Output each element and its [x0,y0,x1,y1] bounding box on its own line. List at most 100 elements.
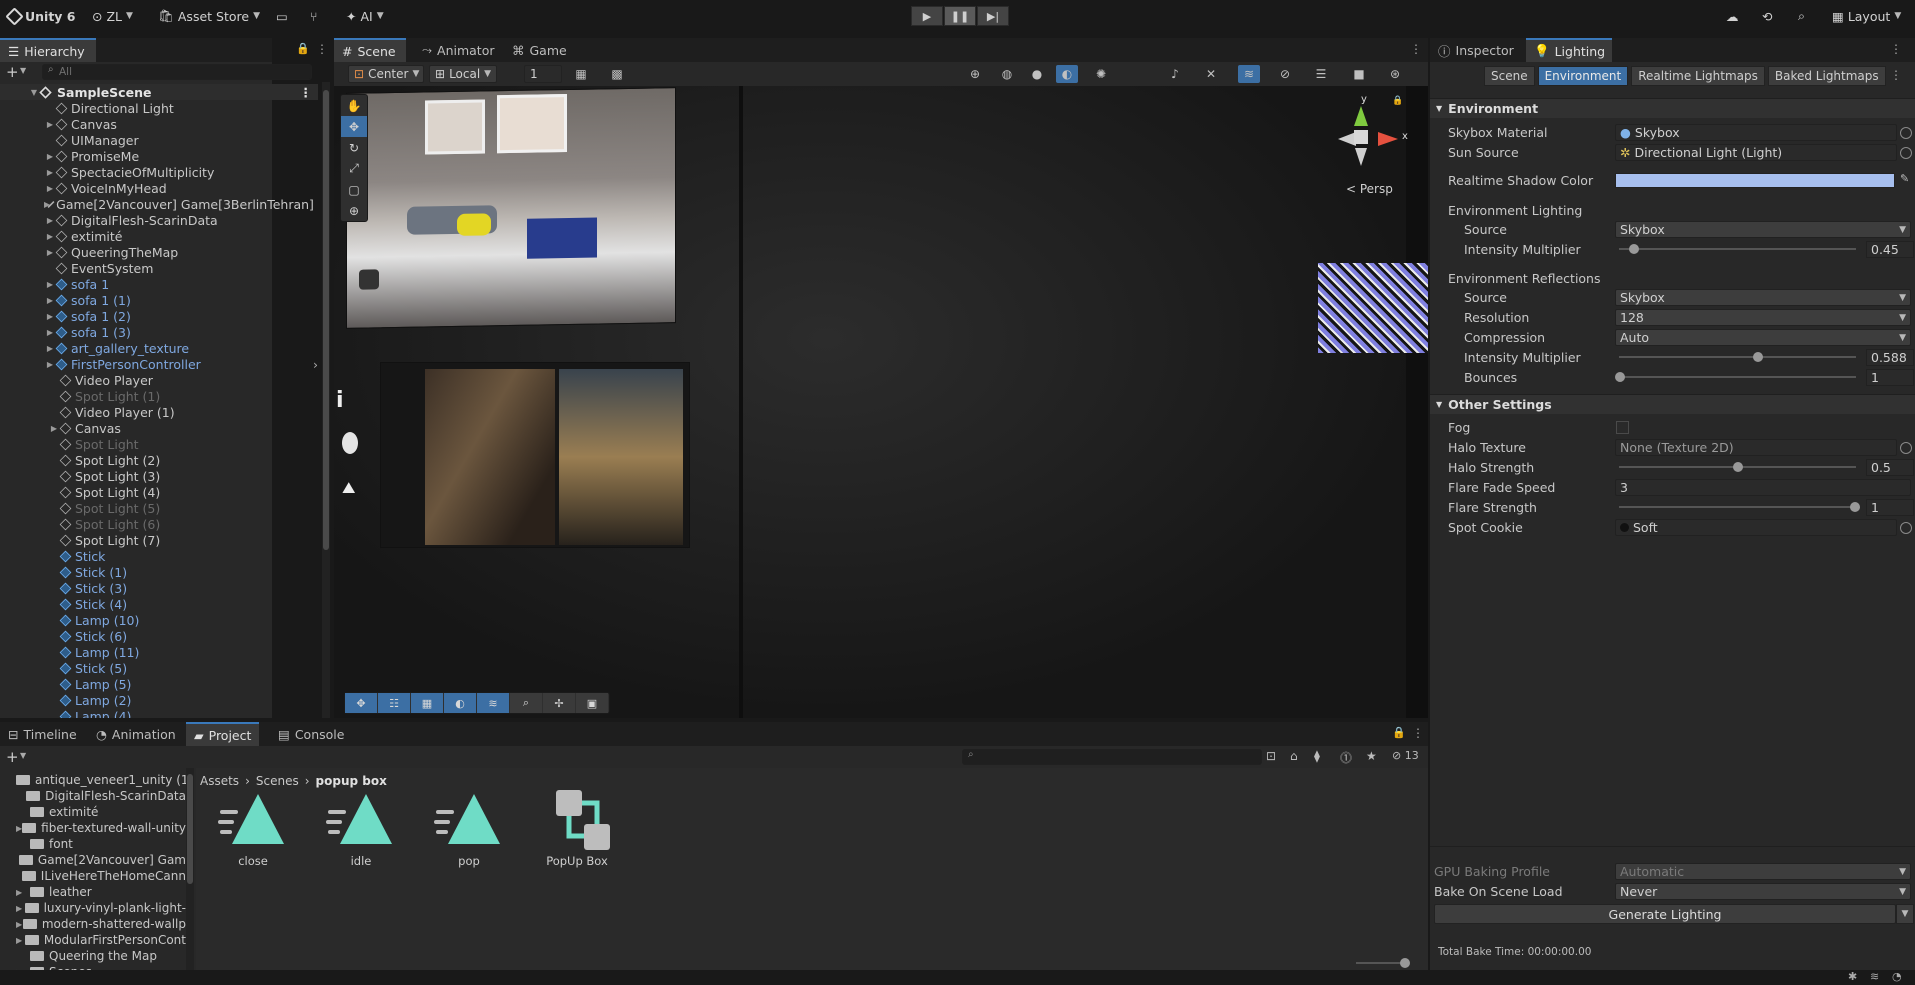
folder-tree-item[interactable]: ▶ modern-shattered-wallp [0,916,186,932]
light-overlay-icon[interactable]: ◐ [444,693,476,713]
hierarchy-item[interactable]: ▶ DigitalFlesh-ScarinData [0,212,262,228]
foldout-closed-icon[interactable]: ▶ [16,888,30,897]
more-menu-icon[interactable]: ⋮ [1410,42,1422,56]
play-button[interactable]: ▶ [911,6,943,26]
environment-section-header[interactable]: ▼ Environment [1430,98,1915,118]
info-gizmo-icon[interactable]: i [336,388,344,413]
hierarchy-item[interactable]: ▶ SpectacieOfMultiplicity [0,164,262,180]
folder-tree-item[interactable]: font [0,836,186,852]
favorite-star-icon[interactable]: ★ [1366,749,1377,763]
grid-visibility-icon[interactable]: ▦ [570,65,592,83]
transform-overlay-icon[interactable]: ✢ [543,693,575,713]
perspective-toggle[interactable]: < Persp [1346,182,1393,196]
cloud-button[interactable]: ☁ [1726,6,1739,26]
subtab-realtime-lightmaps[interactable]: Realtime Lightmaps [1631,66,1765,86]
tab-project[interactable]: ▰ Project [186,722,260,746]
hierarchy-item[interactable]: Lamp (2) [0,692,262,708]
zoom-slider-knob[interactable] [1400,958,1410,968]
hierarchy-item[interactable]: Stick (1) [0,564,262,580]
pause-button[interactable]: ❚❚ [944,6,976,26]
rect-tool-icon[interactable]: ▢ [341,179,367,200]
hierarchy-item[interactable]: Spot Light (7) [0,532,262,548]
draw-mode-icon[interactable]: ⊕ [964,65,986,83]
hierarchy-item[interactable]: ▶ PromiseMe [0,148,262,164]
layers-icon[interactable]: ≋ [1238,65,1260,83]
halo-texture-field[interactable]: None (Texture 2D) [1615,439,1897,456]
eyedropper-icon[interactable]: ✎ [1900,172,1909,185]
skybox-material-field[interactable]: ● Skybox [1615,124,1897,141]
tab-hierarchy[interactable]: ☰ Hierarchy [0,38,96,62]
step-button[interactable]: ▶| [977,6,1009,26]
hierarchy-item[interactable]: ▶ Game[2Vancouver] Game[3BerlinTehran] [0,196,314,212]
hierarchy-item[interactable]: Spot Light (5) [0,500,262,516]
subtab-environment[interactable]: Environment [1537,66,1629,86]
hierarchy-item[interactable]: Spot Light (3) [0,468,262,484]
hierarchy-item[interactable]: ▶ QueeringTheMap [0,244,262,260]
breadcrumb-item[interactable]: Assets [200,774,239,788]
flare-strength-input[interactable]: 1 [1866,499,1914,516]
halo-strength-input[interactable]: 0.5 [1866,459,1914,476]
slider-knob[interactable] [1753,352,1763,362]
folder-tree-item[interactable]: ILiveHereTheHomeCann [0,868,186,884]
more-menu-icon[interactable]: ⋮ [1890,42,1902,56]
hierarchy-item[interactable]: ▶ FirstPersonController › [0,356,318,372]
hierarchy-item[interactable]: Lamp (5) [0,676,262,692]
package-button[interactable]: ▭ [276,6,288,26]
hand-tool-icon[interactable]: ✋ [341,95,367,116]
progress-status-icon[interactable]: ◔ [1892,970,1902,983]
hierarchy-item[interactable]: ▶ sofa 1 (2) [0,308,262,324]
zoom-overlay-icon[interactable]: ⌕ [510,693,542,713]
hierarchy-item[interactable]: Spot Light (1) [0,388,262,404]
pivot-center-dropdown[interactable]: ⊡ Center ▼ [348,65,424,83]
fog-checkbox[interactable] [1616,421,1629,434]
account-dropdown[interactable]: ⊙ ZL ▼ [92,6,133,26]
refl-intensity-input[interactable]: 0.588 [1866,349,1914,366]
foldout-closed-icon[interactable]: ▶ [16,936,25,945]
project-search-input[interactable] [962,749,1262,765]
subtab-baked-lightmaps[interactable]: Baked Lightmaps [1767,66,1886,86]
hierarchy-item[interactable]: ▶ extimité [0,228,262,244]
tab-animator[interactable]: ⤳ Animator [414,38,503,62]
image-gizmo-icon[interactable]: ⛰ [342,478,355,498]
gpu-baking-profile-dropdown[interactable]: Automatic ▼ [1615,863,1911,880]
spot-cookie-field[interactable]: Soft [1615,519,1897,536]
layout-dropdown[interactable]: ▦ Layout ▼ [1832,6,1901,26]
fx-toggle-icon[interactable]: ✕ [1200,65,1222,83]
add-button[interactable]: + [6,748,19,766]
hierarchy-item[interactable]: Video Player [0,372,262,388]
hierarchy-item[interactable]: ▶ Canvas [0,420,262,436]
lock-icon[interactable]: 🔒 [296,42,310,55]
camera-overlay-icon[interactable]: ▣ [576,693,608,713]
render-layers-icon[interactable]: ☰ [1310,65,1332,83]
hierarchy-item[interactable]: Stick (4) [0,596,262,612]
animation-clip-icon[interactable] [326,790,396,850]
folder-tree-item[interactable]: ▶ ModularFirstPersonCont [0,932,186,948]
folder-tree-item[interactable]: ▶ fiber-textured-wall-unity [0,820,186,836]
more-menu-icon[interactable]: ⋮ [316,42,328,56]
asset-label[interactable]: idle [316,854,406,868]
neg-y-cone[interactable] [1355,148,1367,166]
asset-label[interactable]: PopUp Box [532,854,622,868]
slider-knob[interactable] [1733,462,1743,472]
history-button[interactable]: ⟲ [1762,6,1772,26]
space-local-dropdown[interactable]: ⊞ Local ▼ [429,65,497,83]
breadcrumb-item[interactable]: Scenes [256,774,299,788]
lighting-toggle-icon[interactable]: ◐ [1056,65,1078,83]
tab-lighting[interactable]: 💡 Lighting [1526,38,1612,62]
object-picker-icon[interactable] [1900,127,1912,139]
chevron-down-icon[interactable]: ▼ [20,751,26,760]
scene-row[interactable]: ▼ SampleScene ⋮ [0,84,318,100]
more-menu-icon[interactable]: ⋮ [1412,726,1424,740]
scrollbar-thumb[interactable] [323,90,329,550]
hierarchy-item[interactable]: ▶ sofa 1 (3) [0,324,262,340]
hierarchy-item[interactable]: ▶ sofa 1 [0,276,262,292]
grid-overlay-icon[interactable]: ▦ [411,693,443,713]
grid-snap-value-input[interactable]: 1 [524,65,562,83]
animation-clip-icon[interactable] [218,790,288,850]
y-axis-cone[interactable] [1354,106,1368,126]
wireframe-icon[interactable]: ◍ [996,65,1018,83]
layers-overlay-icon[interactable]: ≋ [477,693,509,713]
search-by-label-icon[interactable]: ⌂ [1290,749,1298,763]
gizmos-icon[interactable]: ⊛ [1384,65,1406,83]
hierarchy-item[interactable]: Directional Light [0,100,262,116]
